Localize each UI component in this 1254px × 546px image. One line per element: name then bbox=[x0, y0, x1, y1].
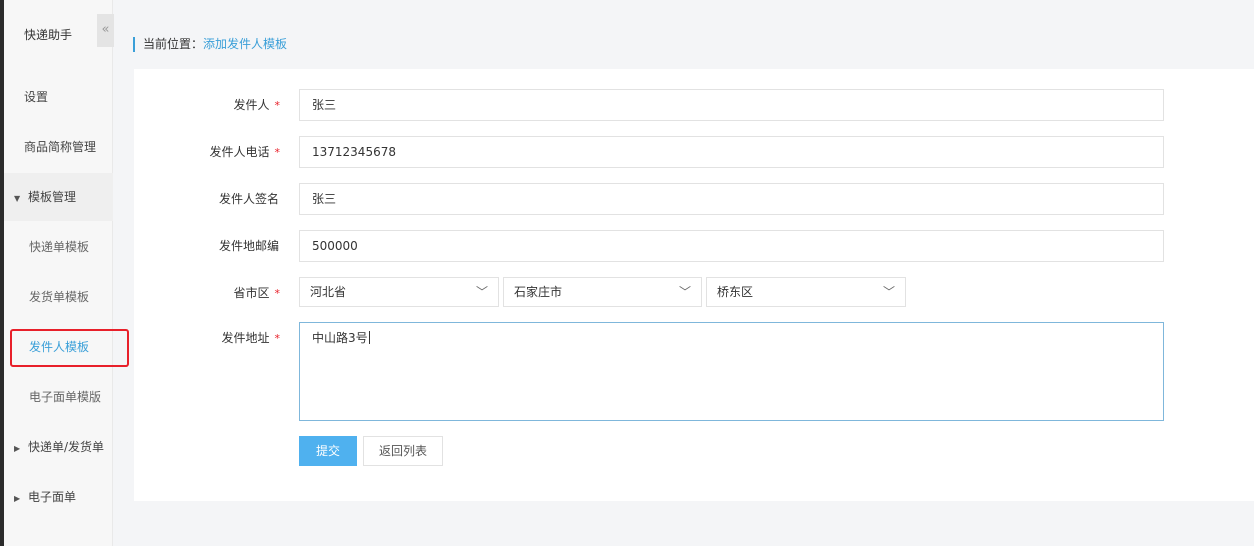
caret-down-icon: ▼ bbox=[14, 194, 21, 203]
sidebar-item-label: 商品简称管理 bbox=[24, 140, 97, 154]
address-label: 发件地址 * bbox=[221, 331, 281, 345]
caret-right-icon: ▶ bbox=[14, 444, 21, 453]
sidebar-item-label: 发件人模板 bbox=[29, 340, 90, 354]
sidebar-item-product-alias[interactable]: 商品简称管理 bbox=[4, 123, 113, 171]
sender-template-form: 发件人 * 张三 发件人电话 * 13712345678 发件人签名 张三 发件地邮… bbox=[134, 69, 1254, 501]
breadcrumb-prefix: 当前位置： bbox=[143, 37, 204, 51]
sidebar: 快递助手 « 设置 商品简称管理 ▼ 模板管理 快递单模板 发货单模板 发件人模板… bbox=[4, 0, 114, 546]
submit-button[interactable]: 提交 bbox=[299, 436, 357, 466]
required-mark: * bbox=[274, 99, 281, 112]
postcode-label: 发件地邮编 bbox=[218, 239, 279, 253]
sidebar-item-e-waybill-template[interactable]: 电子面单模版 bbox=[4, 373, 113, 421]
required-mark: * bbox=[274, 332, 281, 345]
sidebar-item-label: 快递单模板 bbox=[29, 240, 90, 254]
city-select[interactable]: 石家庄市 ﹀ bbox=[503, 277, 702, 307]
breadcrumb-current[interactable]: 添加发件人模板 bbox=[203, 37, 287, 51]
phone-input[interactable]: 13712345678 bbox=[299, 136, 1164, 168]
sidebar-group-express-invoice[interactable]: ▶ 快递单/发货单 bbox=[4, 423, 113, 471]
province-select[interactable]: 河北省 ﹀ bbox=[299, 277, 499, 307]
phone-label: 发件人电话 * bbox=[209, 145, 281, 159]
breadcrumb: 当前位置：添加发件人模板 bbox=[133, 37, 287, 52]
sender-input[interactable]: 张三 bbox=[299, 89, 1164, 121]
chevron-down-icon: ﹀ bbox=[882, 285, 895, 299]
sidebar-item-invoice-template[interactable]: 发货单模板 bbox=[4, 273, 113, 321]
collapse-sidebar-button[interactable]: « bbox=[97, 14, 114, 47]
sidebar-item-label: 发货单模板 bbox=[29, 290, 90, 304]
sidebar-item-label: 设置 bbox=[24, 90, 49, 104]
sidebar-item-express-template[interactable]: 快递单模板 bbox=[4, 223, 113, 271]
back-to-list-button[interactable]: 返回列表 bbox=[363, 436, 443, 466]
double-chevron-left-icon: « bbox=[101, 22, 110, 37]
postcode-input[interactable]: 500000 bbox=[299, 230, 1164, 262]
caret-right-icon: ▶ bbox=[14, 494, 21, 503]
sender-label: 发件人 * bbox=[233, 98, 281, 112]
text-cursor bbox=[368, 331, 370, 344]
required-mark: * bbox=[274, 146, 281, 159]
sidebar-item-label: 模板管理 bbox=[28, 190, 77, 204]
chevron-down-icon: ﹀ bbox=[678, 285, 691, 299]
sidebar-group-e-waybill[interactable]: ▶ 电子面单 bbox=[4, 473, 113, 521]
signature-input[interactable]: 张三 bbox=[299, 183, 1164, 215]
sidebar-item-label: 快递单/发货单 bbox=[28, 440, 105, 454]
sidebar-item-label: 电子面单 bbox=[28, 490, 77, 504]
district-select[interactable]: 桥东区 ﹀ bbox=[706, 277, 906, 307]
app-title: 快递助手 bbox=[24, 28, 73, 42]
signature-label: 发件人签名 bbox=[218, 192, 279, 206]
region-label: 省市区 * bbox=[233, 286, 281, 300]
address-textarea[interactable]: 中山路3号 bbox=[299, 322, 1164, 421]
required-mark: * bbox=[274, 287, 281, 300]
chevron-down-icon: ﹀ bbox=[475, 285, 488, 299]
sidebar-item-label: 电子面单模版 bbox=[29, 390, 102, 404]
sidebar-group-template-management[interactable]: ▼ 模板管理 bbox=[4, 173, 113, 221]
sidebar-item-settings[interactable]: 设置 bbox=[4, 73, 113, 121]
sidebar-item-sender-template[interactable]: 发件人模板 bbox=[4, 323, 113, 371]
